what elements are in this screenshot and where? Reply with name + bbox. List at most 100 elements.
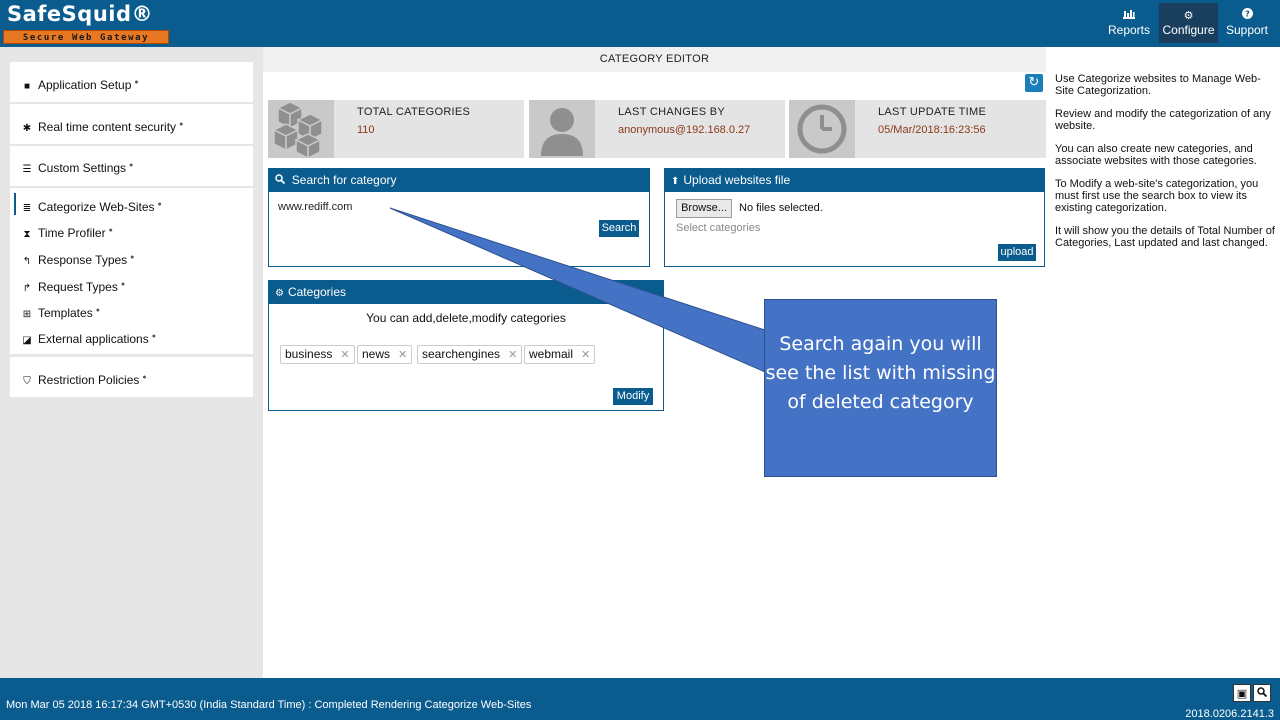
category-tag-news: news ✕ [357,345,413,364]
stat-label: LAST CHANGES BY [618,106,725,118]
sidebar: ■ Application Setup ● ✱ Real time content s… [0,47,263,678]
sidebar-group-restriction-policies[interactable]: ⛉ Restriction Policies ● [10,357,253,397]
help-paragraph: To Modify a web-site's categorization, y… [1055,178,1259,214]
remove-tag-icon[interactable]: ✕ [340,349,349,361]
sidebar-item-time-profiler[interactable]: ⧗ Time Profiler ● [20,220,113,242]
categories-panel: ⚙ Categories You can add,delete,modify ca… [268,280,664,411]
help-paragraph: Use Categorize websites to Manage Web-Si… [1055,73,1261,97]
sidebar-custom-settings-items: ≣ Categorize Web-Sites ● ⧗ Time Profiler ● ↰… [10,188,253,354]
search-input[interactable] [278,199,578,215]
panel-header: Search for category [269,169,649,192]
status-bar: Mon Mar 05 2018 16:17:34 GMT+0530 (India… [0,678,1280,720]
briefcase-icon: ■ [23,81,31,92]
info-icon: ● [95,307,100,314]
info-icon: ● [120,281,126,288]
stat-value: anonymous@192.168.0.27 [618,124,751,136]
info-icon: ● [130,254,135,261]
modify-button[interactable]: Modify [613,388,653,405]
svg-text:?: ? [1245,10,1250,19]
info-icon: ● [108,227,113,234]
panel-title: Upload websites file [683,173,791,187]
status-text: Mon Mar 05 2018 16:17:34 GMT+0530 (India… [6,699,532,711]
info-icon: ● [157,201,162,208]
sidebar-group-label: Custom Settings [38,161,127,175]
logo-text: SafeSquid® [7,2,154,26]
save-button[interactable]: ▣ [1233,684,1251,702]
nav-support[interactable]: ? Support [1222,3,1272,43]
chart-icon [1104,3,1154,21]
category-tag-business: business ✕ [280,345,355,364]
panel-title: Search for category [291,173,397,187]
info-icon: ● [142,374,147,381]
save-icon: ▣ [1236,687,1248,700]
help-text: Use Categorize websites to Manage Web-Si… [1055,73,1277,260]
sidebar-item-response-types[interactable]: ↰ Response Types ● [20,247,135,269]
sidebar-item-external-applications[interactable]: ◪ External applications ● [20,326,156,348]
clock-icon [789,100,855,158]
sidebar-item-label: Time Profiler [38,226,106,240]
select-categories-input[interactable]: Select categories [676,222,760,234]
category-tag-webmail: webmail ✕ [524,345,596,364]
sidebar-group-realtime-security[interactable]: ✱ Real time content security ● [10,104,253,144]
nav-support-label: Support [1225,23,1269,37]
help-paragraph: Review and modify the categorization of … [1055,108,1271,132]
nav-configure-label: Configure [1162,23,1215,37]
version-label: 2018.0206.2141.3 [1185,708,1274,720]
info-icon: ● [129,162,134,169]
sliders-icon: ☰ [22,164,32,175]
help-paragraph: You can also create new categories, and … [1055,143,1257,167]
external-link-icon: ◪ [22,335,32,346]
upload-icon: ⬆ [671,176,680,187]
category-tag-searchengines: searchengines ✕ [417,345,523,364]
help-paragraph: It will show you the details of Total Nu… [1055,225,1275,249]
browse-button[interactable]: Browse... [676,199,732,218]
tag-label: business [285,347,333,361]
sidebar-item-label: Templates [38,306,93,320]
stat-value: 110 [357,124,375,136]
sidebar-group-label: Real time content security [38,120,177,134]
sidebar-item-label: Categorize Web-Sites [38,200,155,214]
cubes-icon [268,100,334,160]
nav-reports[interactable]: Reports [1104,3,1154,43]
user-icon [529,100,595,158]
panel-header: ⚙ Categories [269,281,663,304]
stat-last-update-time: LAST UPDATE TIME 05/Mar/2018:16:23:56 [789,100,1046,158]
reply-icon: ↰ [22,256,32,267]
safesquid-logo[interactable]: SafeSquid® Secure Web Gateway [3,2,169,44]
refresh-button[interactable]: ↻ [1025,74,1043,92]
page-title: CATEGORY EDITOR [263,47,1046,72]
hourglass-icon: ⧗ [23,229,31,240]
info-icon: ● [134,79,139,86]
sidebar-item-templates[interactable]: ⊞ Templates ● [20,300,100,322]
stat-last-changes-by: LAST CHANGES BY anonymous@192.168.0.27 [529,100,785,158]
database-icon: ≣ [22,203,32,214]
tag-label: searchengines [422,347,501,361]
remove-tag-icon[interactable]: ✕ [398,349,407,361]
search-category-panel: Search for category Search [268,168,650,267]
gears-icon: ⚙ [1183,10,1194,22]
sidebar-item-request-types[interactable]: ↱ Request Types ● [20,274,125,296]
panel-header: ⬆ Upload websites file [665,169,1044,192]
sidebar-group-custom-settings[interactable]: ☰ Custom Settings ● [10,146,253,186]
tag-label: webmail [529,347,574,361]
shield-icon: ⛉ [23,376,31,387]
help-sidebar: Use Categorize websites to Manage Web-Si… [1046,47,1280,678]
remove-tag-icon[interactable]: ✕ [508,349,517,361]
sitemap-icon: ⊞ [22,309,32,320]
nav-configure[interactable]: ⚙ Configure [1159,3,1218,43]
file-status: No files selected. [739,202,823,214]
find-button[interactable] [1253,684,1271,702]
stat-label: LAST UPDATE TIME [878,106,987,118]
sidebar-item-categorize-web-sites[interactable]: ≣ Categorize Web-Sites ● [20,194,162,216]
share-icon: ↱ [22,283,32,294]
tag-label: news [362,347,391,361]
bug-icon: ✱ [22,123,32,134]
remove-tag-icon[interactable]: ✕ [581,349,590,361]
sidebar-item-label: Response Types [38,253,128,267]
sidebar-item-label: Request Types [38,280,118,294]
sidebar-group-label: Restriction Policies [38,373,140,387]
sidebar-group-application-setup[interactable]: ■ Application Setup ● [10,62,253,102]
search-button[interactable]: Search [599,220,639,237]
upload-button[interactable]: upload [998,244,1036,261]
stat-total-categories: TOTAL CATEGORIES 110 [268,100,524,160]
